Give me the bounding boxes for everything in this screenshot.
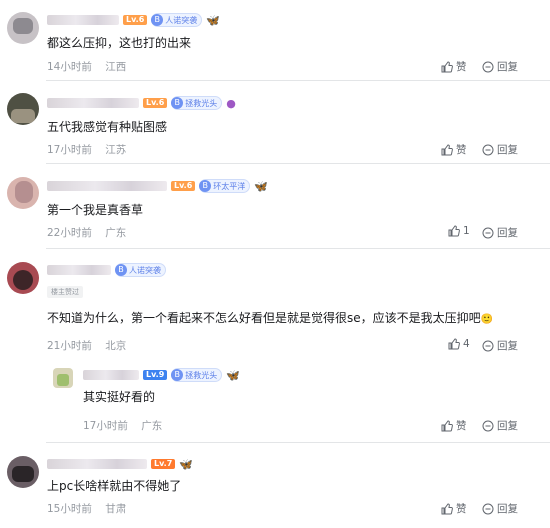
divider bbox=[46, 248, 550, 249]
comment-time: 21小时前 bbox=[47, 340, 92, 352]
fan-medal-icon: B bbox=[171, 96, 184, 109]
comment-location: 甘肃 bbox=[105, 503, 127, 515]
username[interactable] bbox=[47, 265, 111, 275]
reply-time: 17小时前 bbox=[83, 420, 128, 432]
comment-meta: 21小时前 北京 bbox=[47, 338, 136, 353]
fan-medal[interactable]: B 环太平洋 bbox=[199, 179, 251, 193]
thumb-up-icon bbox=[448, 225, 460, 237]
comment-meta: 15小时前 甘肃 bbox=[47, 501, 136, 516]
fan-medal-icon: B bbox=[199, 179, 212, 192]
thumb-up-icon bbox=[441, 502, 453, 514]
level-badge: Lv.7 bbox=[151, 459, 176, 469]
decoration-icon: 🦋 bbox=[179, 457, 193, 471]
level-badge: Lv.6 bbox=[143, 98, 168, 108]
comment-text: 上pc长啥样就由不得她了 bbox=[47, 479, 182, 493]
like-button[interactable]: 赞 bbox=[441, 418, 467, 433]
like-count: 1 bbox=[463, 225, 470, 237]
decoration-icon: 🦋 bbox=[226, 368, 240, 382]
fan-medal[interactable]: B 人诺突袭 bbox=[151, 13, 203, 27]
reply-button[interactable]: 回复 bbox=[482, 142, 518, 157]
fan-medal[interactable]: B 人诺突袭 bbox=[115, 263, 166, 277]
avatar[interactable] bbox=[7, 262, 39, 294]
username[interactable] bbox=[47, 15, 119, 25]
comment-time: 17小时前 bbox=[47, 144, 92, 156]
fan-medal-icon: B bbox=[151, 13, 164, 26]
emoji-icon: 🙂 bbox=[480, 314, 494, 325]
divider bbox=[46, 80, 550, 81]
decoration-icon: 🦋 bbox=[254, 179, 268, 193]
like-button[interactable]: 赞 bbox=[441, 59, 467, 74]
reply-bubble-icon bbox=[482, 420, 494, 431]
username[interactable] bbox=[47, 181, 167, 191]
fan-medal[interactable]: B 拯救光头 bbox=[171, 368, 223, 382]
reply-bubble-icon bbox=[482, 503, 494, 514]
thumb-up-icon bbox=[441, 143, 453, 155]
like-button[interactable]: 赞 bbox=[441, 142, 467, 157]
comment-meta: 22小时前 广东 bbox=[47, 225, 136, 240]
level-badge: Lv.6 bbox=[123, 15, 148, 25]
level-badge: Lv.6 bbox=[171, 181, 196, 191]
comment-text: 五代我感觉有种贴图感 bbox=[47, 120, 168, 134]
reply-bubble-icon bbox=[482, 61, 494, 72]
username[interactable] bbox=[47, 98, 139, 108]
avatar[interactable] bbox=[7, 93, 39, 125]
comment-time: 15小时前 bbox=[47, 503, 92, 515]
reply-text: 其实挺好看的 bbox=[83, 390, 156, 404]
username[interactable] bbox=[47, 459, 147, 469]
avatar[interactable] bbox=[7, 177, 39, 209]
divider bbox=[46, 163, 550, 164]
reply-button[interactable]: 回复 bbox=[482, 59, 518, 74]
username[interactable] bbox=[83, 370, 139, 380]
level-badge: Lv.9 bbox=[143, 370, 168, 380]
like-button[interactable]: 4 bbox=[448, 338, 470, 350]
comment-time: 14小时前 bbox=[47, 61, 92, 73]
reply-location: 广东 bbox=[141, 420, 163, 432]
comment-location: 北京 bbox=[105, 340, 127, 352]
reply-button[interactable]: 回复 bbox=[482, 338, 518, 353]
thumb-up-icon bbox=[441, 419, 453, 431]
fan-medal-icon: B bbox=[171, 368, 184, 381]
comment-text: 都这么压抑，这也打的出来 bbox=[47, 36, 192, 50]
like-count: 4 bbox=[463, 338, 470, 350]
avatar[interactable] bbox=[7, 12, 39, 44]
reply-button[interactable]: 回复 bbox=[482, 225, 518, 240]
avatar[interactable] bbox=[7, 456, 39, 488]
decoration-icon: 🦋 bbox=[206, 13, 220, 27]
like-button[interactable]: 赞 bbox=[441, 501, 467, 516]
reply-button[interactable]: 回复 bbox=[482, 501, 518, 516]
comment-text: 第一个我是真香草 bbox=[47, 203, 144, 217]
comment-location: 广东 bbox=[105, 227, 127, 239]
comment-location: 江苏 bbox=[105, 144, 127, 156]
reply-button[interactable]: 回复 bbox=[482, 418, 518, 433]
reply-bubble-icon bbox=[482, 144, 494, 155]
comment-meta: 14小时前 江西 bbox=[47, 59, 136, 74]
decoration-icon: ● bbox=[226, 96, 236, 110]
reply-meta: 17小时前 广东 bbox=[83, 418, 172, 433]
thumb-up-icon bbox=[441, 60, 453, 72]
like-button[interactable]: 1 bbox=[448, 225, 470, 237]
divider bbox=[46, 442, 550, 443]
reply-bubble-icon bbox=[482, 227, 494, 238]
comment-text: 不知道为什么，第一个看起来不怎么好看但是就是觉得很se，应该不是我太压抑吧🙂 bbox=[47, 311, 494, 325]
thumb-up-icon bbox=[448, 338, 460, 350]
comment-time: 22小时前 bbox=[47, 227, 92, 239]
avatar[interactable] bbox=[53, 368, 73, 388]
comment-location: 江西 bbox=[105, 61, 127, 73]
fan-medal[interactable]: B 拯救光头 bbox=[171, 96, 223, 110]
fan-medal-icon: B bbox=[115, 263, 127, 276]
comment-meta: 17小时前 江苏 bbox=[47, 142, 136, 157]
reply-bubble-icon bbox=[482, 340, 494, 351]
up-liked-badge: 楼主赞过 bbox=[47, 286, 83, 298]
